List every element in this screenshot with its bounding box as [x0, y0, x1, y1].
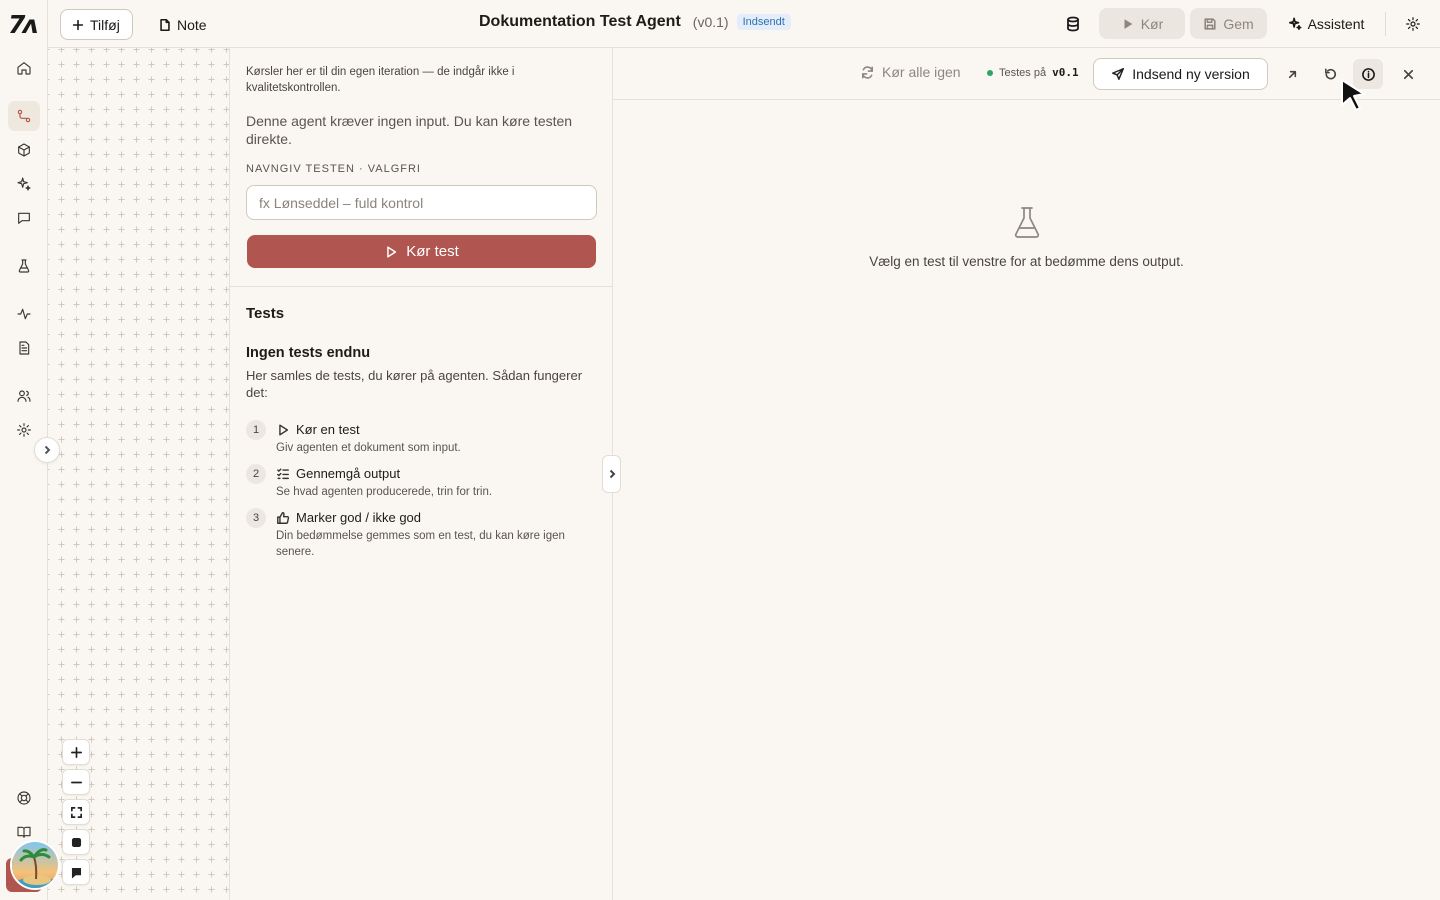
play-icon [387, 245, 397, 258]
undo-icon [1324, 68, 1336, 79]
empty-detail-message: Vælg en test til venstre for at bedømme … [869, 254, 1184, 269]
step-number: 1 [246, 420, 266, 440]
square-icon [71, 837, 81, 847]
close-panel-button[interactable] [1393, 59, 1423, 89]
database-button[interactable] [1059, 8, 1087, 39]
gear-icon [1406, 16, 1420, 31]
fullscreen-icon [70, 806, 82, 818]
version-label: (v0.1) [692, 14, 729, 30]
test-name-input[interactable] [246, 185, 597, 220]
note-button[interactable]: Note [152, 9, 213, 40]
zoom-in-button[interactable] [62, 739, 90, 765]
step-title-text: Kør en test [296, 422, 360, 437]
submit-new-version-label: Indsend ny version [1132, 66, 1250, 82]
step-description: Din bedømmelse gemmes som en test, du ka… [276, 530, 565, 558]
testing-on-label: Testes på [999, 66, 1047, 79]
step-title: Kør en test [276, 422, 360, 437]
flask-icon [1013, 206, 1041, 240]
thumbs-up-icon [277, 511, 290, 524]
step-description: Giv agenten et dokument som input. [276, 442, 461, 454]
chat-icon[interactable] [8, 203, 40, 233]
step-number: 3 [246, 508, 266, 528]
note-icon [160, 18, 170, 31]
send-icon [1112, 68, 1125, 80]
sparkle-icon [1288, 17, 1302, 30]
status-dot [987, 69, 993, 76]
status-badge: Indsendt [736, 14, 791, 30]
chevron-right-icon [44, 445, 51, 455]
home-icon[interactable] [8, 53, 40, 83]
play-icon [1124, 18, 1133, 29]
minus-icon [70, 781, 82, 783]
step-number: 2 [246, 464, 266, 484]
testing-version: v0.1 [1052, 66, 1079, 79]
run-button-label: Kør [1140, 15, 1164, 32]
settings-button[interactable] [1399, 8, 1427, 39]
save-icon [1204, 17, 1216, 30]
empty-tests-title: Ingen tests endnu [246, 345, 371, 361]
step-title-text: Marker god / ikke god [296, 510, 422, 525]
top-bar: Tilføj Note Dokumentation Test Agent (v0… [48, 0, 1440, 48]
refresh-icon [862, 65, 873, 79]
test-name-label: NAVNGIV TESTEN · VALGFRI [246, 163, 421, 175]
test-panel: Kørsler her er til din egen iteration — … [229, 48, 613, 900]
plus-icon [70, 746, 82, 758]
close-icon [1403, 69, 1413, 79]
help-icon[interactable] [8, 783, 40, 813]
tests-heading: Tests [246, 305, 285, 322]
save-button[interactable]: Gem [1190, 8, 1267, 39]
minimap-button[interactable] [62, 859, 90, 885]
save-button-label: Gem [1223, 15, 1254, 32]
flask-icon[interactable] [8, 251, 40, 281]
plus-icon [72, 19, 84, 30]
fit-view-button[interactable] [62, 799, 90, 825]
activity-icon[interactable] [8, 299, 40, 329]
document-icon[interactable] [8, 333, 40, 363]
sparkle-icon[interactable] [8, 169, 40, 199]
panel-divider [230, 286, 613, 287]
empty-tests-description: Her samles de tests, du kører på agenten… [246, 368, 583, 400]
settings-icon[interactable] [8, 415, 40, 445]
no-input-note: Denne agent kræver ingen input. Du kan k… [246, 113, 573, 147]
chevron-right-icon [609, 469, 615, 479]
run-test-button[interactable]: Kør test [247, 235, 596, 268]
open-external-button[interactable] [1277, 59, 1307, 89]
checklist-icon [277, 467, 289, 479]
users-icon[interactable] [8, 381, 40, 411]
collapse-panel-button[interactable] [602, 455, 621, 493]
step-title: Marker god / ikke god [276, 510, 421, 525]
workflow-icon[interactable] [8, 101, 40, 131]
box-icon[interactable] [8, 135, 40, 165]
title-area: Dokumentation Test Agent (v0.1) Indsendt [479, 13, 791, 31]
app-logo[interactable]: 7ʌ [8, 10, 40, 40]
run-test-label: Kør test [406, 243, 459, 260]
rerun-all-button[interactable]: Kør alle igen [860, 64, 961, 80]
lock-canvas-button[interactable] [62, 829, 90, 855]
add-button-label: Tilføj [90, 16, 120, 33]
arrow-up-right-icon [1288, 70, 1296, 78]
chat-bubble-icon [71, 867, 81, 878]
assistant-button[interactable]: Assistent [1276, 8, 1376, 39]
page-title[interactable]: Dokumentation Test Agent [479, 13, 681, 31]
test-detail-area: Kør alle igen Testes på v0.1 Indsend ny … [613, 48, 1440, 900]
play-outline-icon [279, 423, 289, 436]
submit-new-version-button[interactable]: Indsend ny version [1093, 58, 1268, 90]
toolbar-divider [1385, 12, 1386, 36]
step-title-text: Gennemgå output [296, 466, 401, 481]
assistant-button-label: Assistent [1307, 15, 1365, 32]
step-description: Se hvad agenten producerede, trin for tr… [276, 486, 493, 498]
database-icon [1067, 16, 1079, 31]
user-avatar[interactable] [10, 840, 60, 890]
add-button[interactable]: Tilføj [60, 9, 133, 40]
rerun-all-label: Kør alle igen [882, 64, 961, 80]
expand-sidebar-button[interactable] [34, 437, 60, 463]
step-title: Gennemgå output [276, 466, 400, 481]
note-button-label: Note [177, 16, 207, 33]
zoom-out-button[interactable] [62, 769, 90, 795]
testing-version-indicator: Testes på v0.1 [987, 66, 1079, 79]
mouse-cursor-icon [1341, 79, 1365, 111]
run-button[interactable]: Kør [1099, 8, 1185, 39]
iteration-note: Kørsler her er til din egen iteration — … [246, 66, 515, 94]
detail-header: Kør alle igen Testes på v0.1 Indsend ny … [613, 48, 1440, 100]
